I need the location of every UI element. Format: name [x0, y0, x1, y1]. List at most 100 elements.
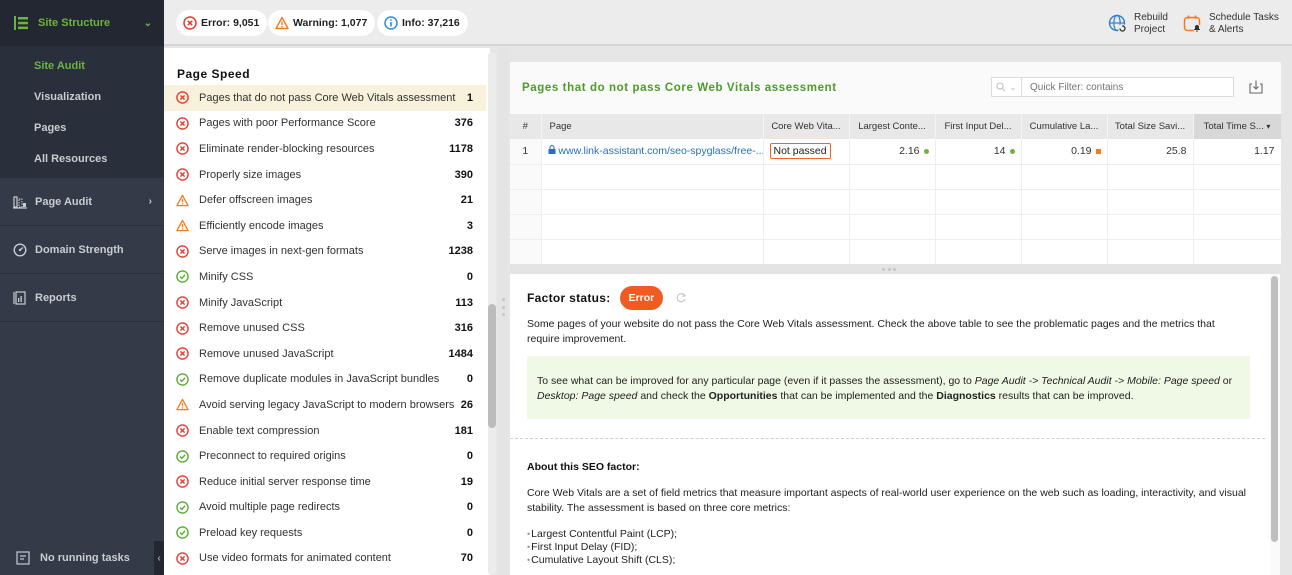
sidebar-item-label: Domain Strength — [35, 243, 124, 256]
factor-list-item[interactable]: Avoid multiple page redirects 0 — [164, 495, 486, 521]
empty-cell — [935, 214, 1022, 240]
check-icon — [176, 449, 189, 463]
sidebar-item-all-resources[interactable]: All Resources — [0, 143, 164, 174]
check-icon — [176, 526, 189, 540]
column-header-total-time-savings[interactable]: Total Time S... ▾ — [1193, 114, 1282, 139]
refresh-icon[interactable] — [675, 292, 687, 304]
warning-icon — [176, 219, 189, 232]
error-count-badge[interactable]: Error: 9,051 — [176, 10, 268, 36]
cell-index: 1 — [510, 139, 542, 165]
warning-count-badge[interactable]: Warning: 1,077 — [268, 10, 376, 36]
column-header-index[interactable]: # — [510, 114, 542, 139]
factor-list-item[interactable]: Serve images in next-gen formats 1238 — [164, 239, 486, 265]
empty-cell — [1107, 214, 1194, 240]
factor-list-item[interactable]: Enable text compression 181 — [164, 418, 486, 444]
empty-cell — [935, 189, 1022, 215]
factor-count: 1238 — [448, 245, 473, 258]
error-count-label: Error: 9,051 — [201, 17, 260, 29]
filter-mode-dropdown[interactable]: ⌄ — [992, 78, 1022, 96]
column-header-total-size-savings[interactable]: Total Size Savi... — [1107, 114, 1194, 139]
rebuild-globe-icon — [1108, 14, 1128, 34]
empty-cell — [1021, 214, 1108, 240]
factor-list-item[interactable]: Preconnect to required origins 0 — [164, 443, 486, 469]
column-header-page[interactable]: Page — [541, 114, 764, 139]
factor-list-item[interactable]: Preload key requests 0 — [164, 520, 486, 546]
table-header-bar: Pages that do not pass Core Web Vitals a… — [510, 62, 1281, 114]
cell-lcp: 2.16 — [849, 139, 936, 165]
info-icon — [384, 16, 398, 30]
factor-list-item[interactable]: Defer offscreen images 21 — [164, 187, 486, 213]
column-header-cls[interactable]: Cumulative La... — [1021, 114, 1108, 139]
factor-list-item[interactable]: Remove unused JavaScript 1484 — [164, 341, 486, 367]
sort-desc-icon: ▾ — [1266, 122, 1271, 131]
factor-status-row: Factor status: Error — [527, 286, 687, 310]
factor-list-item[interactable]: Remove unused CSS 316 — [164, 315, 486, 341]
empty-cell — [1193, 164, 1282, 190]
schedule-tasks-button[interactable]: Schedule Tasks & Alerts — [1183, 12, 1279, 36]
empty-cell — [849, 239, 936, 265]
cell-total-time-savings: 1.17 — [1193, 139, 1282, 165]
sidebar-item-site-audit[interactable]: Site Audit — [0, 50, 164, 81]
cell-cls: 0.19 — [1021, 139, 1108, 165]
sidebar-item-domain-strength[interactable]: Domain Strength — [0, 226, 164, 274]
factor-hint-box: To see what can be improved for any part… — [527, 356, 1250, 419]
collapse-sidebar-button[interactable]: ‹ — [154, 541, 164, 575]
factor-list-item[interactable]: Avoid serving legacy JavaScript to moder… — [164, 392, 486, 418]
app-window: Site Structure ⌄ Site Audit Visualizatio… — [0, 0, 1292, 575]
check-icon — [176, 270, 189, 284]
factor-label: Minify CSS — [199, 270, 254, 283]
factor-status-badge[interactable]: Error — [619, 286, 664, 310]
sidebar-item-visualization[interactable]: Visualization — [0, 81, 164, 112]
factor-label: Remove duplicate modules in JavaScript b… — [199, 373, 440, 386]
hint-text: that can be implemented and the — [777, 390, 937, 402]
factor-list-item[interactable]: Pages that do not pass Core Web Vitals a… — [164, 85, 486, 111]
factor-count: 0 — [466, 373, 473, 386]
rebuild-project-button[interactable]: Rebuild Project — [1108, 12, 1168, 36]
cell-page: www.link-assistant.com/seo-spyglass/free… — [541, 139, 764, 165]
results-table: # Page Core Web Vita... Largest Conte...… — [510, 114, 1282, 265]
factor-list-item[interactable]: Use video formats for animated content 70 — [164, 546, 486, 572]
error-icon — [176, 168, 189, 181]
page-audit-icon — [13, 195, 27, 209]
empty-cell — [1193, 239, 1282, 265]
lcp-value: 2.16 — [899, 145, 920, 158]
factor-count: 316 — [454, 322, 473, 335]
factor-list-item[interactable]: Eliminate render-blocking resources 1178 — [164, 136, 486, 162]
empty-cell — [510, 164, 542, 190]
empty-cell — [1021, 164, 1108, 190]
factor-list-item[interactable]: Pages with poor Performance Score 376 — [164, 111, 486, 137]
factor-list-item[interactable]: Efficiently encode images 3 — [164, 213, 486, 239]
page-url-link[interactable]: www.link-assistant.com/seo-spyglass/free… — [558, 145, 762, 157]
sidebar-section-site-structure[interactable]: Site Structure ⌄ — [0, 0, 164, 46]
factor-list-item[interactable]: Properly size images 390 — [164, 162, 486, 188]
splitter-grip-icon — [502, 298, 505, 316]
factor-list-item[interactable]: Minify JavaScript 113 — [164, 290, 486, 316]
factor-label: Remove unused JavaScript — [199, 347, 334, 360]
table-row[interactable]: 1 www.link-assistant.com/seo-spyglass/fr… — [510, 139, 1282, 165]
results-table-panel: Pages that do not pass Core Web Vitals a… — [510, 62, 1282, 265]
quick-filter-input[interactable] — [1022, 81, 1222, 93]
factor-list-item[interactable]: Reduce initial server response time 19 — [164, 469, 486, 495]
factor-list-item[interactable]: Minify CSS 0 — [164, 264, 486, 290]
factor-list-scroll-thumb[interactable] — [488, 304, 496, 428]
sidebar-item-reports[interactable]: Reports — [0, 274, 164, 322]
column-header-lcp[interactable]: Largest Conte... — [849, 114, 936, 139]
empty-cell — [1193, 189, 1282, 215]
running-tasks-status[interactable]: No running tasks — [0, 541, 164, 575]
column-header-core-web-vitals[interactable]: Core Web Vita... — [763, 114, 850, 139]
empty-cell — [1021, 239, 1108, 265]
factor-list-item[interactable]: Remove duplicate modules in JavaScript b… — [164, 367, 486, 393]
details-scroll-thumb[interactable] — [1271, 276, 1278, 542]
hint-path-mobile: Page Audit -> Technical Audit -> Mobile:… — [974, 375, 1220, 387]
factor-label: Enable text compression — [199, 424, 320, 437]
sidebar-item-pages[interactable]: Pages — [0, 112, 164, 143]
schedule-tasks-label: Schedule Tasks — [1209, 12, 1279, 23]
column-header-fid[interactable]: First Input Del... — [935, 114, 1022, 139]
empty-cell — [510, 189, 542, 215]
info-count-badge[interactable]: Info: 37,216 — [377, 10, 468, 36]
error-icon — [176, 91, 189, 105]
empty-cell — [849, 214, 936, 240]
export-icon[interactable] — [1248, 79, 1264, 95]
sidebar-item-page-audit[interactable]: Page Audit › — [0, 178, 164, 226]
factor-description: Some pages of your website do not pass t… — [527, 318, 1215, 345]
